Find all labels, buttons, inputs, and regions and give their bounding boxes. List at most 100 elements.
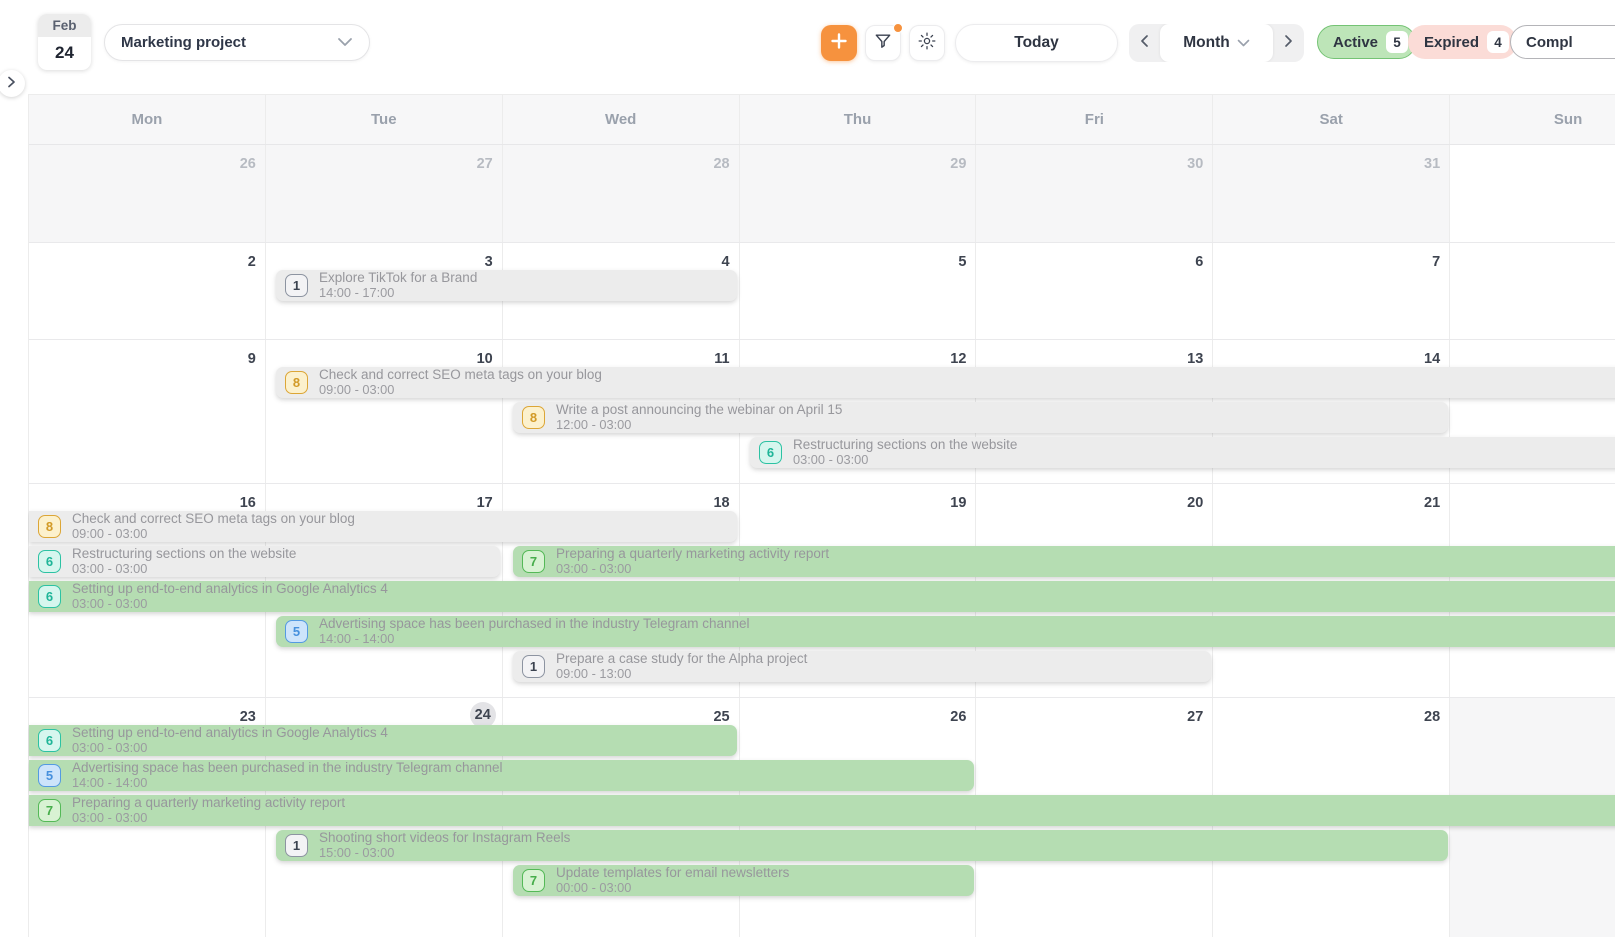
project-selector[interactable]: Marketing project <box>104 24 370 61</box>
event-bar[interactable]: 1Prepare a case study for the Alpha proj… <box>513 651 1211 682</box>
filter-button[interactable] <box>865 25 901 61</box>
week-row: 1617181920218Check and correct SEO meta … <box>29 484 1615 698</box>
day-cell[interactable]: 6 <box>976 243 1213 339</box>
week-row: 26 2728 29 30 31 <box>29 145 1615 243</box>
day-number: 27 <box>1177 704 1203 730</box>
day-number: 29 <box>940 151 966 177</box>
prev-period-button[interactable] <box>1129 24 1160 62</box>
event-title: Explore TikTok for a Brand <box>319 270 477 286</box>
chevron-left-icon <box>1140 34 1149 53</box>
day-number: 2 <box>230 249 256 275</box>
event-priority-badge: 7 <box>522 869 545 892</box>
event-bar[interactable]: 7 Preparing a quarterly marketing activit… <box>29 795 1615 826</box>
filter-pill-active-label: Active <box>1333 34 1378 51</box>
day-cell[interactable]: 30 <box>976 145 1213 242</box>
event-time: 03:00 - 03:00 <box>72 741 388 756</box>
event-priority-badge: 1 <box>285 274 308 297</box>
event-time: 14:00 - 14:00 <box>319 632 750 647</box>
calendar-weeks: 2627282930312345671Explore TikTok for a … <box>29 145 1615 937</box>
event-text: Explore TikTok for a Brand14:00 - 17:00 <box>319 270 477 300</box>
view-mode-label: Month <box>1183 34 1229 52</box>
event-priority-badge: 6 <box>38 729 61 752</box>
event-time: 14:00 - 14:00 <box>72 776 503 791</box>
funnel-icon <box>873 31 893 56</box>
day-cell[interactable]: 7 <box>1213 243 1450 339</box>
project-selector-label: Marketing project <box>121 34 246 51</box>
event-priority-badge: 1 <box>285 834 308 857</box>
event-bar[interactable]: 6Restructuring sections on the website03… <box>750 437 1615 468</box>
day-of-week-header: Mon Tue Wed Thu Fri Sat Sun <box>29 94 1615 145</box>
event-title: Advertising space has been purchased in … <box>319 616 750 632</box>
dow-thu: Thu <box>740 95 977 144</box>
event-time: 14:00 - 17:00 <box>319 286 477 301</box>
day-number: 30 <box>1177 151 1203 177</box>
dow-tue: Tue <box>266 95 503 144</box>
day-cell[interactable]: 9 <box>29 340 266 483</box>
day-cell[interactable]: 5 <box>740 243 977 339</box>
event-priority-badge: 7 <box>38 799 61 822</box>
event-title: Preparing a quarterly marketing activity… <box>72 795 345 811</box>
event-title: Setting up end-to-end analytics in Googl… <box>72 581 388 597</box>
calendar-app: { "topbar": { "date_card": { "month": "F… <box>0 0 1615 937</box>
event-title: Preparing a quarterly marketing activity… <box>556 546 829 562</box>
event-time: 09:00 - 13:00 <box>556 667 807 682</box>
day-cell[interactable]: 28 <box>503 145 740 242</box>
expand-sidebar-button[interactable] <box>0 70 25 97</box>
today-button[interactable]: Today <box>955 24 1118 62</box>
event-bar[interactable]: 6Restructuring sections on the website03… <box>29 546 500 577</box>
filter-pill-expired-count: 4 <box>1487 31 1509 53</box>
filter-notification-dot <box>893 23 903 33</box>
settings-button[interactable] <box>909 25 945 61</box>
event-time: 15:00 - 03:00 <box>319 846 570 861</box>
event-bar[interactable]: 1 Shooting short videos for Instagram Ree… <box>276 830 1448 861</box>
event-title: Setting up end-to-end analytics in Googl… <box>72 725 388 741</box>
day-cell[interactable]: 26 <box>29 145 266 242</box>
event-time: 03:00 - 03:00 <box>72 562 296 577</box>
day-cell[interactable]: 2 <box>29 243 266 339</box>
event-bar[interactable]: 6 Setting up end-to-end analytics in Goog… <box>29 725 737 756</box>
event-priority-badge: 5 <box>285 620 308 643</box>
calendar-inner: Mon Tue Wed Thu Fri Sat Sun 262728293031… <box>28 94 1615 937</box>
chevron-down-icon <box>337 34 353 52</box>
event-bar[interactable]: 6Setting up end-to-end analytics in Goog… <box>29 581 1615 612</box>
event-title: Prepare a case study for the Alpha proje… <box>556 651 807 667</box>
day-cell[interactable]: 31 <box>1213 145 1450 242</box>
event-bar[interactable]: 7Update templates for email newsletters0… <box>513 865 974 896</box>
day-cell[interactable]: 27 <box>266 145 503 242</box>
add-task-button[interactable] <box>821 25 857 61</box>
event-bar[interactable]: 7Preparing a quarterly marketing activit… <box>513 546 1615 577</box>
day-cell[interactable]: 29 <box>740 145 977 242</box>
dow-wed: Wed <box>503 95 740 144</box>
event-priority-badge: 8 <box>522 406 545 429</box>
event-priority-badge: 8 <box>38 515 61 538</box>
day-cell[interactable] <box>1450 243 1615 339</box>
event-bar[interactable]: 1 Explore TikTok for a Brand14:00 - 17:00 <box>276 270 737 301</box>
filter-pill-expired[interactable]: Expired 4 <box>1408 25 1517 59</box>
event-text: Check and correct SEO meta tags on your … <box>319 367 602 397</box>
day-number: 6 <box>1177 249 1203 275</box>
day-number: 26 <box>230 151 256 177</box>
event-bar[interactable]: 8 Check and correct SEO meta tags on your… <box>29 511 737 542</box>
filter-pill-expired-label: Expired <box>1424 34 1479 51</box>
event-text: Preparing a quarterly marketing activity… <box>72 795 345 825</box>
event-title: Write a post announcing the webinar on A… <box>556 402 842 418</box>
day-number: 5 <box>940 249 966 275</box>
day-number: 21 <box>1414 490 1440 516</box>
gear-icon <box>917 31 937 56</box>
next-period-button[interactable] <box>1273 24 1304 62</box>
filter-pill-active[interactable]: Active 5 <box>1317 25 1416 59</box>
dow-sat: Sat <box>1213 95 1450 144</box>
view-mode-selector[interactable]: Month <box>1160 24 1273 62</box>
event-bar[interactable]: 5Advertising space has been purchased in… <box>29 760 974 791</box>
event-text: Check and correct SEO meta tags on your … <box>72 511 355 541</box>
event-bar[interactable]: 5 Advertising space has been purchased in… <box>276 616 1615 647</box>
day-cell[interactable] <box>1450 145 1615 242</box>
event-time: 09:00 - 03:00 <box>72 527 355 542</box>
event-text: Shooting short videos for Instagram Reel… <box>319 830 570 860</box>
filter-pill-completed[interactable]: Compl <box>1510 25 1615 59</box>
event-bar[interactable]: 8 Write a post announcing the webinar on … <box>513 402 1448 433</box>
day-cell[interactable]: 10 <box>266 340 503 483</box>
event-bar[interactable]: 8Check and correct SEO meta tags on your… <box>276 367 1615 398</box>
chevron-down-icon <box>1237 34 1250 52</box>
event-time: 12:00 - 03:00 <box>556 418 842 433</box>
